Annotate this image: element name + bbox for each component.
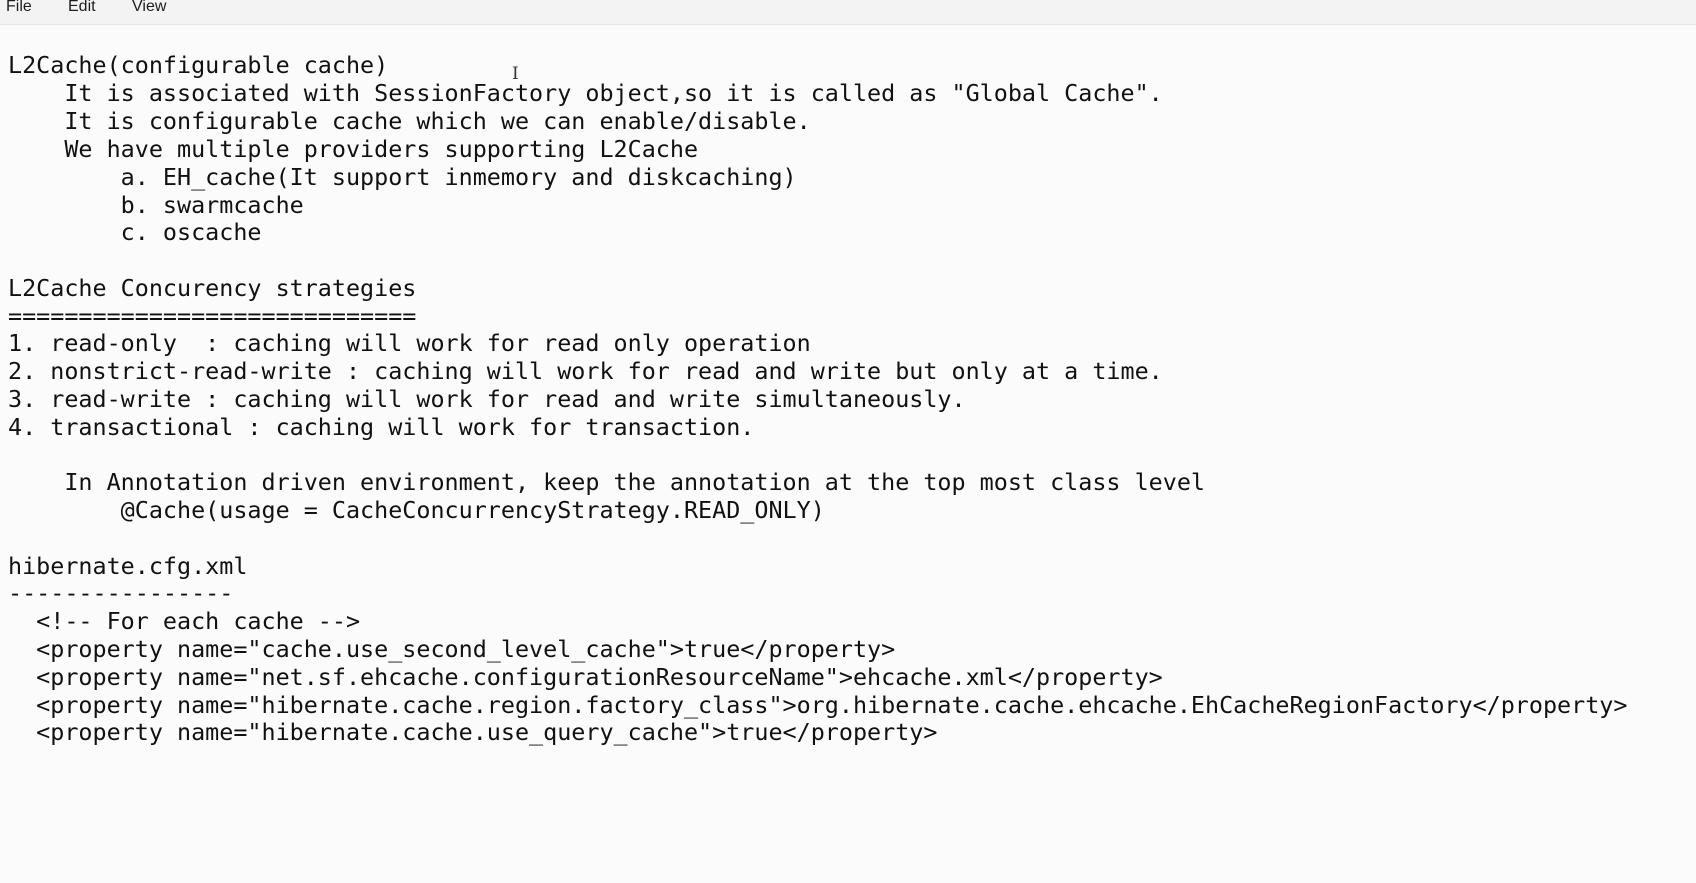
text-line: <property name="net.sf.ehcache.configura… [8, 663, 1163, 691]
text-line: <property name="hibernate.cache.use_quer… [8, 718, 938, 746]
text-editor-area[interactable]: L2Cache(configurable cache) It is associ… [0, 25, 1696, 883]
text-line: c. oscache [8, 218, 262, 246]
text-cursor-icon: I [512, 64, 519, 84]
text-line: <!-- For each cache --> [8, 607, 361, 635]
text-line: 3. read-write : caching will work for re… [8, 385, 966, 413]
text-line: b. swarmcache [8, 191, 304, 219]
text-line: We have multiple providers supporting L2… [8, 135, 699, 163]
menu-edit[interactable]: Edit [68, 0, 96, 15]
text-line: <property name="cache.use_second_level_c… [8, 635, 896, 663]
text-line: @Cache(usage = CacheConcurrencyStrategy.… [8, 496, 825, 524]
menu-bar: File Edit View [0, 0, 1696, 25]
text-line: ---------------- [8, 579, 234, 607]
text-line: 4. transactional : caching will work for… [8, 413, 755, 441]
text-line: <property name="hibernate.cache.region.f… [8, 691, 1628, 719]
text-line: a. EH_cache(It support inmemory and disk… [8, 163, 797, 191]
menu-file[interactable]: File [6, 0, 32, 15]
text-line: In Annotation driven environment, keep t… [8, 468, 1205, 496]
text-line: L2Cache Concurency strategies [8, 274, 417, 302]
text-line: 2. nonstrict-read-write : caching will w… [8, 357, 1163, 385]
text-line: ============================= [8, 302, 417, 330]
text-line: 1. read-only : caching will work for rea… [8, 329, 811, 357]
text-line: L2Cache(configurable cache) [8, 51, 389, 79]
text-line: hibernate.cfg.xml [8, 552, 248, 580]
text-line: It is configurable cache which we can en… [8, 107, 811, 135]
menu-view[interactable]: View [132, 0, 166, 15]
text-line: It is associated with SessionFactory obj… [8, 79, 1163, 107]
